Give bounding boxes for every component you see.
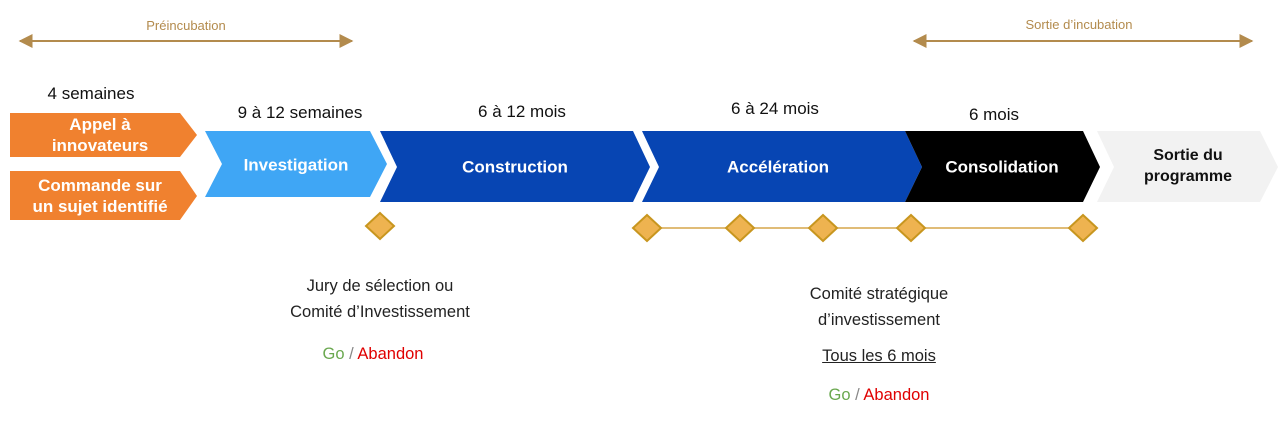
comite-caption-line-1: Comité stratégique	[809, 285, 949, 303]
investigation-label: Investigation	[243, 155, 349, 175]
appel-innovateurs-label: Appel à innovateurs	[52, 114, 148, 156]
milestone-diamond-investigation	[364, 211, 396, 241]
commande-line-1: Commande sur	[38, 176, 162, 195]
timeline-graphic	[10, 34, 1278, 243]
decision-separator: /	[349, 345, 354, 363]
preincubation-label: Préincubation	[146, 18, 226, 33]
sortie-line-2: programme	[1143, 168, 1233, 185]
comite-decision: Go / Abandon	[829, 382, 930, 408]
appel-line-2: innovateurs	[51, 136, 149, 155]
abandon-label: Abandon	[863, 386, 930, 404]
construction-duration: 6 à 12 mois	[478, 102, 566, 121]
go-label: Go	[828, 386, 851, 404]
comite-caption-line-2: d’investissement	[818, 311, 940, 329]
milestone-diamond-1	[631, 213, 663, 243]
acceleration-label: Accélération	[726, 157, 830, 177]
investigation-duration: 9 à 12 semaines	[237, 103, 363, 122]
abandon-label: Abandon	[357, 345, 424, 363]
go-label: Go	[322, 345, 345, 363]
milestone-diamond-5	[1067, 213, 1099, 243]
commande-line-2: un sujet identifié	[32, 197, 168, 216]
appel-line-1: Appel à	[69, 115, 131, 134]
milestone-diamond-2	[724, 213, 756, 243]
sortie-incubation-label: Sortie d’incubation	[1025, 17, 1133, 32]
sortie-line-1: Sortie du	[1153, 147, 1223, 164]
construction-label: Construction	[462, 157, 568, 177]
consolidation-duration: 6 mois	[968, 105, 1020, 124]
consolidation-label: Consolidation	[945, 157, 1059, 177]
entry-duration: 4 semaines	[47, 84, 135, 103]
commande-sujet-label: Commande sur un sujet identifié	[32, 175, 167, 217]
jury-caption-line-2: Comité d’Investissement	[290, 303, 470, 321]
comite-caption: Comité stratégique d’investissement	[810, 281, 949, 333]
decision-separator: /	[855, 386, 860, 404]
jury-caption-line-1: Jury de sélection ou	[306, 277, 454, 295]
milestone-diamond-4	[895, 213, 927, 243]
frequency-label: Tous les 6 mois	[822, 347, 936, 365]
sortie-programme-label: Sortie du programme	[1144, 145, 1232, 187]
acceleration-duration: 6 à 24 mois	[731, 99, 819, 118]
jury-caption: Jury de sélection ou Comité d’Investisse…	[290, 273, 470, 325]
jury-decision: Go / Abandon	[323, 341, 424, 367]
milestone-diamond-3	[807, 213, 839, 243]
